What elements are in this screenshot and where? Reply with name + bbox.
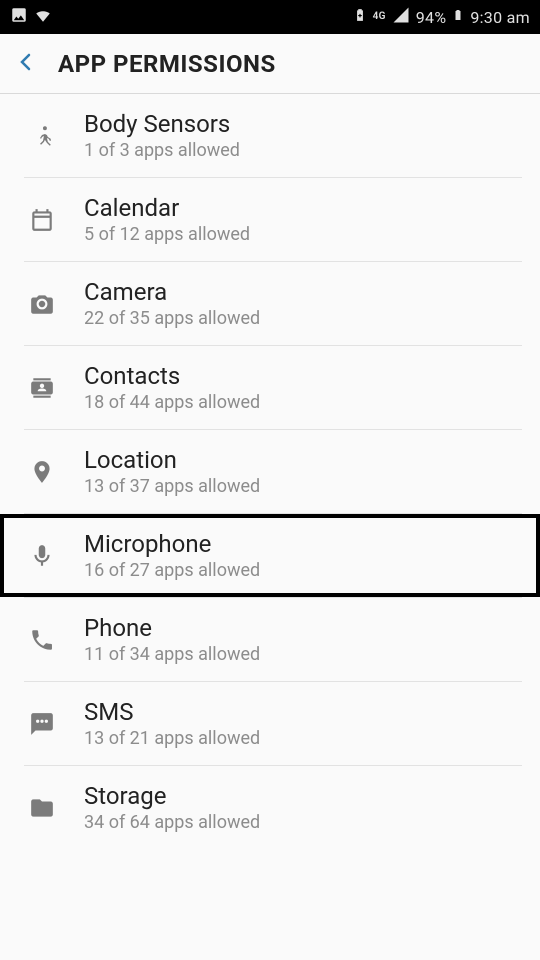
permission-subtitle: 13 of 21 apps allowed <box>84 728 540 749</box>
permission-item-sms[interactable]: SMS 13 of 21 apps allowed <box>0 682 540 765</box>
permission-item-running[interactable]: Body Sensors 1 of 3 apps allowed <box>0 94 540 177</box>
status-left <box>10 6 52 28</box>
permission-item-storage[interactable]: Storage 34 of 64 apps allowed <box>0 766 540 849</box>
mic-icon <box>0 543 84 569</box>
permission-subtitle: 34 of 64 apps allowed <box>84 812 540 833</box>
permission-subtitle: 11 of 34 apps allowed <box>84 644 540 665</box>
permission-title: Body Sensors <box>84 110 540 138</box>
calendar-icon <box>0 207 84 233</box>
permission-title: Location <box>84 446 540 474</box>
permission-title: Storage <box>84 782 540 810</box>
image-icon <box>10 6 28 28</box>
permission-subtitle: 16 of 27 apps allowed <box>84 560 540 581</box>
permission-item-calendar[interactable]: Calendar 5 of 12 apps allowed <box>0 178 540 261</box>
permission-item-location[interactable]: Location 13 of 37 apps allowed <box>0 430 540 513</box>
permissions-list: Body Sensors 1 of 3 apps allowed Calenda… <box>0 94 540 849</box>
camera-icon <box>0 291 84 317</box>
permission-title: Microphone <box>84 530 540 558</box>
permission-subtitle: 1 of 3 apps allowed <box>84 140 540 161</box>
battery-saver-icon <box>353 6 367 28</box>
sms-icon <box>0 711 84 737</box>
clock-label: 9:30 am <box>470 8 530 27</box>
permission-item-camera[interactable]: Camera 22 of 35 apps allowed <box>0 262 540 345</box>
permission-subtitle: 13 of 37 apps allowed <box>84 476 540 497</box>
permission-item-phone[interactable]: Phone 11 of 34 apps allowed <box>0 598 540 681</box>
status-right: 4G 94% 9:30 am <box>353 6 530 28</box>
permission-title: Contacts <box>84 362 540 390</box>
permission-title: Phone <box>84 614 540 642</box>
chevron-left-icon <box>14 50 38 74</box>
phone-icon <box>0 627 84 653</box>
status-bar: 4G 94% 9:30 am <box>0 0 540 34</box>
permission-title: SMS <box>84 698 540 726</box>
battery-icon <box>452 6 464 28</box>
permission-item-contacts[interactable]: Contacts 18 of 44 apps allowed <box>0 346 540 429</box>
permission-subtitle: 22 of 35 apps allowed <box>84 308 540 329</box>
permission-subtitle: 18 of 44 apps allowed <box>84 392 540 413</box>
network-type-badge: 4G <box>373 12 386 22</box>
permission-title: Calendar <box>84 194 540 222</box>
back-button[interactable] <box>14 50 38 78</box>
location-icon <box>0 459 84 485</box>
storage-icon <box>0 795 84 821</box>
signal-icon <box>392 6 410 28</box>
permission-subtitle: 5 of 12 apps allowed <box>84 224 540 245</box>
running-icon <box>0 123 84 149</box>
contacts-icon <box>0 375 84 401</box>
permission-item-mic[interactable]: Microphone 16 of 27 apps allowed <box>0 514 540 597</box>
app-bar: APP PERMISSIONS <box>0 34 540 94</box>
wifi-icon <box>34 6 52 28</box>
battery-pct-label: 94% <box>416 8 447 27</box>
page-title: APP PERMISSIONS <box>58 50 276 78</box>
permission-title: Camera <box>84 278 540 306</box>
